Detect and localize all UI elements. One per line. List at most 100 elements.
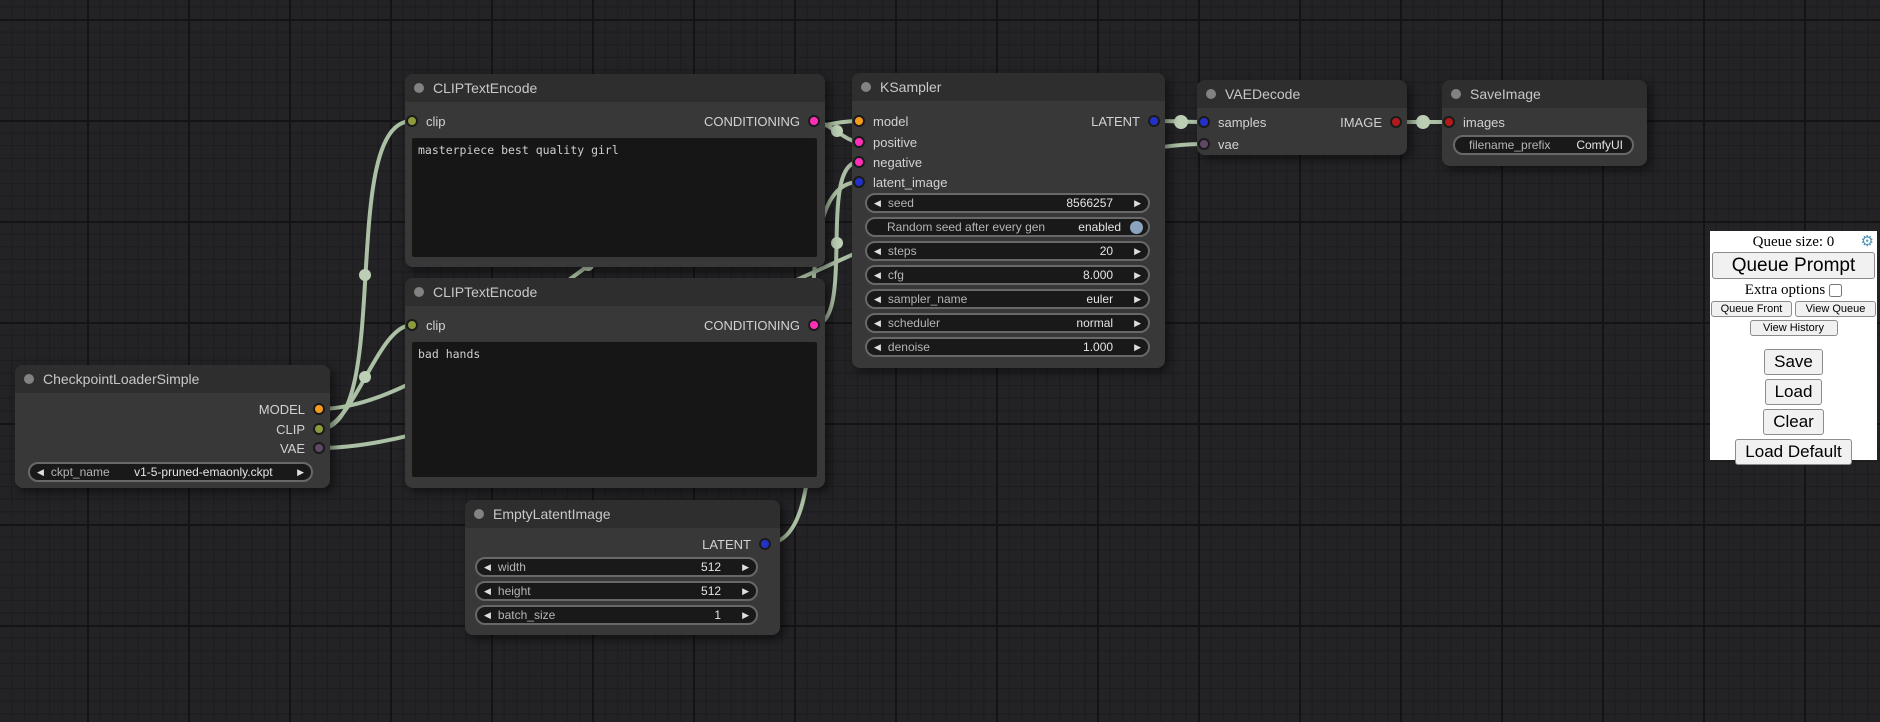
node-title: CheckpointLoaderSimple	[43, 371, 199, 387]
conditioning-port-icon[interactable]	[853, 136, 865, 148]
denoise-widget[interactable]: ◀ denoise 1.000 ▶	[865, 337, 1150, 357]
decrement-arrow-icon[interactable]: ◀	[484, 587, 491, 596]
increment-arrow-icon[interactable]: ▶	[1134, 271, 1141, 280]
cfg-widget[interactable]: ◀ cfg 8.000 ▶	[865, 265, 1150, 285]
widget-label: seed	[888, 196, 914, 210]
output-label: CLIP	[276, 422, 305, 437]
width-widget[interactable]: ◀ width 512 ▶	[475, 557, 758, 577]
steps-widget[interactable]: ◀ steps 20 ▶	[865, 241, 1150, 261]
filename-prefix-widget[interactable]: filename_prefix ComfyUI	[1453, 135, 1634, 155]
prompt-textarea[interactable]: bad hands	[412, 342, 817, 477]
latent-port-icon[interactable]	[853, 176, 865, 188]
input-slot-vae: vae	[1198, 136, 1239, 152]
collapse-dot-icon[interactable]	[474, 509, 484, 519]
output-slot-vae: VAE	[280, 440, 325, 456]
seed-widget[interactable]: ◀ seed 8566257 ▶	[865, 193, 1150, 213]
node-save-image[interactable]: SaveImage images filename_prefix ComfyUI	[1442, 80, 1647, 166]
settings-gear-icon[interactable]: ⚙	[1861, 232, 1874, 251]
extra-options-checkbox[interactable]	[1829, 284, 1842, 297]
load-button[interactable]: Load	[1765, 379, 1823, 405]
output-label: LATENT	[1091, 114, 1140, 129]
vae-port-icon[interactable]	[313, 442, 325, 454]
graph-canvas[interactable]: CheckpointLoaderSimple MODEL CLIP VAE ◀ …	[0, 0, 1880, 722]
node-clip-text-encode-positive[interactable]: CLIPTextEncode clip CONDITIONING masterp…	[405, 74, 825, 267]
decrement-arrow-icon[interactable]: ◀	[874, 247, 881, 256]
decrement-arrow-icon[interactable]: ◀	[874, 319, 881, 328]
view-queue-button[interactable]: View Queue	[1795, 301, 1876, 317]
increment-arrow-icon[interactable]: ▶	[1134, 343, 1141, 352]
conditioning-port-icon[interactable]	[853, 156, 865, 168]
batch-size-widget[interactable]: ◀ batch_size 1 ▶	[475, 605, 758, 625]
increment-arrow-icon[interactable]: ▶	[1134, 247, 1141, 256]
link-dot	[359, 269, 371, 281]
decrement-arrow-icon[interactable]: ◀	[37, 468, 44, 477]
conditioning-port-icon[interactable]	[808, 115, 820, 127]
increment-arrow-icon[interactable]: ▶	[1134, 319, 1141, 328]
widget-label: Random seed after every gen	[887, 220, 1045, 234]
node-empty-latent-image[interactable]: EmptyLatentImage LATENT ◀ width 512 ▶ ◀ …	[465, 500, 780, 635]
model-port-icon[interactable]	[313, 403, 325, 415]
output-label: IMAGE	[1340, 115, 1382, 130]
node-vae-decode[interactable]: VAEDecode samples vae IMAGE	[1197, 80, 1407, 155]
queue-front-button[interactable]: Queue Front	[1711, 301, 1792, 317]
queue-prompt-button[interactable]: Queue Prompt	[1712, 252, 1875, 279]
node-clip-text-encode-negative[interactable]: CLIPTextEncode clip CONDITIONING bad han…	[405, 278, 825, 488]
comfy-menu-panel: Queue size: 0 ⚙ Queue Prompt Extra optio…	[1710, 231, 1877, 460]
decrement-arrow-icon[interactable]: ◀	[874, 271, 881, 280]
random-seed-toggle-widget[interactable]: Random seed after every gen enabled	[865, 217, 1150, 237]
input-label: samples	[1218, 115, 1266, 130]
image-port-icon[interactable]	[1390, 116, 1402, 128]
increment-arrow-icon[interactable]: ▶	[1134, 295, 1141, 304]
node-checkpoint-loader-simple[interactable]: CheckpointLoaderSimple MODEL CLIP VAE ◀ …	[15, 365, 330, 488]
input-slot-clip: clip	[406, 317, 446, 333]
widget-label: height	[498, 584, 531, 598]
node-ksampler[interactable]: KSampler model positive negative latent_…	[852, 73, 1165, 368]
latent-port-icon[interactable]	[759, 538, 771, 550]
input-slot-clip: clip	[406, 113, 446, 129]
clip-port-icon[interactable]	[406, 319, 418, 331]
collapse-dot-icon[interactable]	[1206, 89, 1216, 99]
widget-label: cfg	[888, 268, 904, 282]
increment-arrow-icon[interactable]: ▶	[742, 563, 749, 572]
ckpt-name-widget[interactable]: ◀ ckpt_name v1-5-pruned-emaonly.ckpt ▶	[28, 462, 313, 482]
link-dot	[831, 237, 843, 249]
increment-arrow-icon[interactable]: ▶	[297, 468, 304, 477]
image-port-icon[interactable]	[1443, 116, 1455, 128]
input-label: clip	[426, 318, 446, 333]
prompt-textarea[interactable]: masterpiece best quality girl	[412, 138, 817, 257]
decrement-arrow-icon[interactable]: ◀	[484, 611, 491, 620]
collapse-dot-icon[interactable]	[861, 82, 871, 92]
increment-arrow-icon[interactable]: ▶	[742, 587, 749, 596]
vae-port-icon[interactable]	[1198, 138, 1210, 150]
widget-value: normal	[1076, 316, 1127, 330]
save-button[interactable]: Save	[1764, 349, 1823, 375]
load-default-button[interactable]: Load Default	[1735, 439, 1851, 465]
clear-button[interactable]: Clear	[1763, 409, 1824, 435]
widget-value: euler	[1086, 292, 1127, 306]
decrement-arrow-icon[interactable]: ◀	[874, 343, 881, 352]
collapse-dot-icon[interactable]	[414, 83, 424, 93]
toggle-on-icon[interactable]	[1130, 221, 1143, 234]
latent-port-icon[interactable]	[1198, 116, 1210, 128]
view-history-button[interactable]: View History	[1750, 320, 1838, 336]
collapse-dot-icon[interactable]	[414, 287, 424, 297]
scheduler-widget[interactable]: ◀ scheduler normal ▶	[865, 313, 1150, 333]
increment-arrow-icon[interactable]: ▶	[742, 611, 749, 620]
decrement-arrow-icon[interactable]: ◀	[874, 295, 881, 304]
clip-port-icon[interactable]	[406, 115, 418, 127]
widget-label: batch_size	[498, 608, 555, 622]
widget-label: width	[498, 560, 526, 574]
model-port-icon[interactable]	[853, 115, 865, 127]
sampler-name-widget[interactable]: ◀ sampler_name euler ▶	[865, 289, 1150, 309]
input-label: positive	[873, 135, 917, 150]
increment-arrow-icon[interactable]: ▶	[1134, 199, 1141, 208]
decrement-arrow-icon[interactable]: ◀	[874, 199, 881, 208]
collapse-dot-icon[interactable]	[1451, 89, 1461, 99]
decrement-arrow-icon[interactable]: ◀	[484, 563, 491, 572]
latent-port-icon[interactable]	[1148, 115, 1160, 127]
conditioning-port-icon[interactable]	[808, 319, 820, 331]
clip-port-icon[interactable]	[313, 423, 325, 435]
collapse-dot-icon[interactable]	[24, 374, 34, 384]
height-widget[interactable]: ◀ height 512 ▶	[475, 581, 758, 601]
input-label: negative	[873, 155, 922, 170]
